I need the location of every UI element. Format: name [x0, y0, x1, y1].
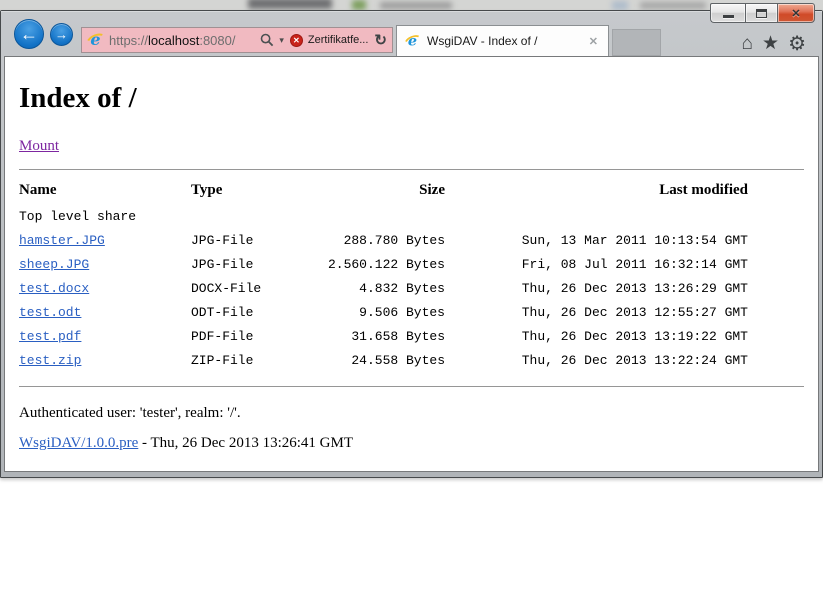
- search-icon[interactable]: [260, 33, 274, 47]
- tab-close-icon[interactable]: ✕: [586, 33, 601, 50]
- background-icon-blur: [612, 1, 628, 10]
- favorites-star-icon[interactable]: ★: [762, 34, 779, 54]
- new-tab-button[interactable]: [612, 29, 661, 56]
- header-last-modified: Last modified: [445, 177, 748, 204]
- page-content: Index of / Mount Name Type Size Last mod…: [5, 82, 818, 452]
- browser-window: ✕ ← → e https://localhost:8080/ ▾ ✕ Zert…: [0, 10, 823, 478]
- file-size: 288.780 Bytes: [325, 228, 445, 252]
- auth-status-text: Authenticated user: 'tester', realm: '/'…: [19, 405, 804, 422]
- mount-link[interactable]: Mount: [19, 138, 59, 154]
- table-row: test.docx DOCX-File 4.832 Bytes Thu, 26 …: [19, 276, 748, 300]
- table-row: test.zip ZIP-File 24.558 Bytes Thu, 26 D…: [19, 348, 748, 372]
- maximize-button[interactable]: [745, 3, 777, 23]
- url-scheme: https://: [109, 33, 148, 48]
- divider-bottom: [19, 386, 804, 387]
- refresh-icon[interactable]: ↻: [374, 31, 387, 49]
- footer-timestamp: - Thu, 26 Dec 2013 13:26:41 GMT: [138, 435, 353, 451]
- address-dropdown-caret-icon[interactable]: ▾: [279, 35, 284, 46]
- header-size: Size: [325, 177, 445, 204]
- close-button[interactable]: ✕: [777, 3, 815, 23]
- file-link[interactable]: test.odt: [19, 305, 81, 320]
- mount-line: Mount: [19, 138, 804, 155]
- forward-button[interactable]: →: [50, 23, 73, 46]
- certificate-error-x: ✕: [293, 36, 300, 45]
- file-link[interactable]: test.zip: [19, 353, 81, 368]
- divider-top: [19, 169, 804, 170]
- file-type: JPG-File: [191, 228, 325, 252]
- file-size: 24.558 Bytes: [325, 348, 445, 372]
- page-viewport: Index of / Mount Name Type Size Last mod…: [4, 56, 819, 472]
- forward-arrow-icon: →: [55, 28, 68, 41]
- file-type: ODT-File: [191, 300, 325, 324]
- file-link[interactable]: test.docx: [19, 281, 89, 296]
- ie-tab-icon: e: [405, 33, 420, 49]
- share-row: Top level share: [19, 204, 748, 228]
- file-size: 4.832 Bytes: [325, 276, 445, 300]
- file-modified: Thu, 26 Dec 2013 12:55:27 GMT: [445, 300, 748, 324]
- home-icon[interactable]: ⌂: [742, 34, 753, 54]
- file-size: 9.506 Bytes: [325, 300, 445, 324]
- file-type: ZIP-File: [191, 348, 325, 372]
- toolbar-icons: ⌂ ★ ⚙: [742, 34, 806, 54]
- file-table: Name Type Size Last modified Top level s…: [19, 177, 748, 372]
- table-row: test.pdf PDF-File 31.658 Bytes Thu, 26 D…: [19, 324, 748, 348]
- table-row: test.odt ODT-File 9.506 Bytes Thu, 26 De…: [19, 300, 748, 324]
- file-size: 31.658 Bytes: [325, 324, 445, 348]
- back-button[interactable]: ←: [14, 19, 44, 49]
- file-modified: Fri, 08 Jul 2011 16:32:14 GMT: [445, 252, 748, 276]
- file-modified: Thu, 26 Dec 2013 13:19:22 GMT: [445, 324, 748, 348]
- url-path: :8080/: [199, 33, 235, 48]
- url-host: localhost: [148, 33, 199, 48]
- table-header-row: Name Type Size Last modified: [19, 177, 748, 204]
- header-name: Name: [19, 177, 191, 204]
- tab-title: WsgiDAV - Index of /: [427, 34, 586, 48]
- file-link[interactable]: sheep.JPG: [19, 257, 89, 272]
- file-modified: Sun, 13 Mar 2011 10:13:54 GMT: [445, 228, 748, 252]
- browser-toolbar: ← → e https://localhost:8080/ ▾ ✕ Zertif…: [1, 11, 822, 55]
- file-modified: Thu, 26 Dec 2013 13:26:29 GMT: [445, 276, 748, 300]
- file-type: JPG-File: [191, 252, 325, 276]
- address-bar[interactable]: e https://localhost:8080/ ▾ ✕ Zertifikat…: [81, 27, 393, 53]
- certificate-error-icon[interactable]: ✕: [290, 34, 303, 47]
- server-footer: WsgiDAV/1.0.0.pre - Thu, 26 Dec 2013 13:…: [19, 435, 804, 452]
- settings-gear-icon[interactable]: ⚙: [788, 34, 806, 54]
- header-type: Type: [191, 177, 325, 204]
- minimize-icon: [723, 15, 734, 18]
- file-type: PDF-File: [191, 324, 325, 348]
- server-version-link[interactable]: WsgiDAV/1.0.0.pre: [19, 435, 138, 451]
- back-arrow-icon: ←: [20, 25, 38, 43]
- file-size: 2.560.122 Bytes: [325, 252, 445, 276]
- file-link[interactable]: hamster.JPG: [19, 233, 105, 248]
- window-controls: ✕: [710, 3, 815, 23]
- share-label: Top level share: [19, 204, 748, 228]
- page-title: Index of /: [19, 82, 804, 115]
- table-row: sheep.JPG JPG-File 2.560.122 Bytes Fri, …: [19, 252, 748, 276]
- browser-tab[interactable]: e WsgiDAV - Index of / ✕: [396, 25, 609, 56]
- maximize-icon: [756, 9, 767, 18]
- background-window-blur: [248, 0, 332, 9]
- background-icon-blur: [352, 0, 366, 10]
- background-text-blur: [380, 2, 452, 9]
- close-icon: ✕: [791, 7, 800, 20]
- url-text[interactable]: https://localhost:8080/: [109, 33, 236, 48]
- ie-page-icon: e: [87, 31, 104, 49]
- file-modified: Thu, 26 Dec 2013 13:22:24 GMT: [445, 348, 748, 372]
- table-row: hamster.JPG JPG-File 288.780 Bytes Sun, …: [19, 228, 748, 252]
- minimize-button[interactable]: [710, 3, 745, 23]
- file-link[interactable]: test.pdf: [19, 329, 81, 344]
- file-type: DOCX-File: [191, 276, 325, 300]
- background-text-blur: [640, 2, 706, 9]
- certificate-error-label[interactable]: Zertifikatfe...: [308, 34, 369, 46]
